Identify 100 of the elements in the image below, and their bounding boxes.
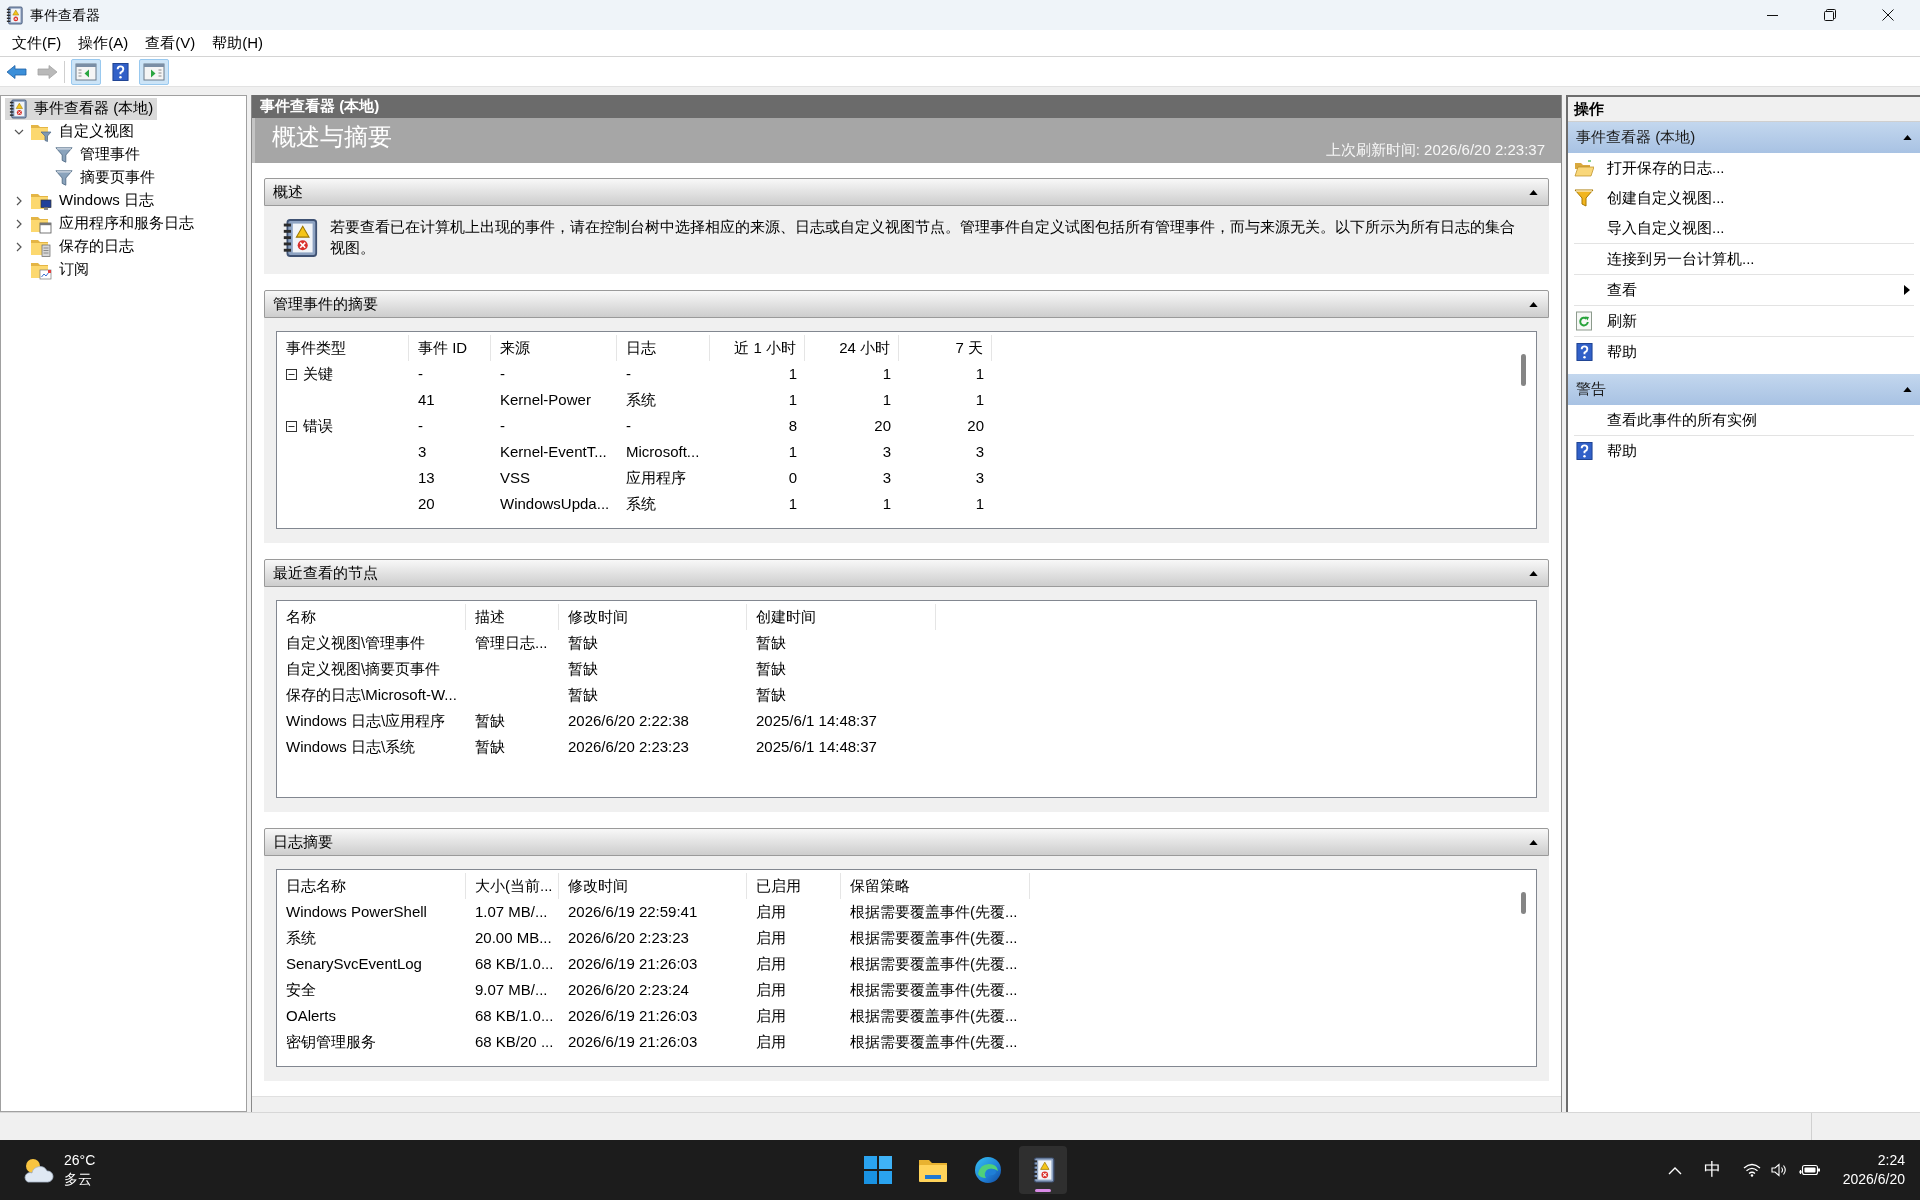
collapse-arrow-icon[interactable]	[1903, 135, 1912, 140]
table-cell-text: 3	[882, 467, 891, 488]
action-section-header[interactable]: 警告	[1568, 374, 1920, 405]
action-link[interactable]: 查看	[1568, 275, 1920, 305]
column-header[interactable]: 来源	[491, 335, 617, 361]
action-link[interactable]: 帮助	[1568, 436, 1920, 466]
table-cell-text: 管理日志...	[475, 632, 548, 653]
collapse-box-icon[interactable]	[286, 420, 297, 432]
table-cell-text: 暂缺	[568, 632, 598, 653]
speaker-icon[interactable]	[1770, 1163, 1787, 1177]
table-cell-text: 启用	[756, 927, 786, 948]
collapse-arrow-icon[interactable]	[1903, 387, 1912, 392]
table-cell-text: 20.00 MB...	[475, 927, 552, 948]
column-header[interactable]: 事件类型	[277, 335, 409, 361]
tree-item[interactable]: 订阅	[26, 258, 93, 281]
column-header[interactable]: 事件 ID	[409, 335, 491, 361]
table-cell-text: 启用	[756, 953, 786, 974]
table-cell-text: -	[500, 363, 505, 384]
windows-logo-icon	[863, 1156, 892, 1184]
table-cell-text: -	[500, 415, 505, 436]
table-cell-text: 关键	[303, 363, 333, 384]
tree-item[interactable]: Windows 日志	[26, 189, 159, 212]
wifi-icon[interactable]	[1742, 1163, 1761, 1177]
chevron-up-icon[interactable]	[1667, 1165, 1682, 1175]
taskbar-app-button[interactable]	[1018, 1146, 1067, 1194]
section-header[interactable]: 日志摘要	[264, 828, 1549, 856]
table-cell-text: 暂缺	[756, 684, 786, 705]
column-header[interactable]: 日志名称	[277, 873, 466, 899]
collapse-arrow-icon[interactable]	[1529, 839, 1538, 845]
funnel-icon	[55, 145, 73, 164]
action-link[interactable]: 帮助	[1568, 337, 1920, 367]
table-cell-text: 1	[975, 493, 984, 514]
action-link[interactable]: 查看此事件的所有实例	[1568, 405, 1920, 435]
column-header[interactable]: 修改时间	[559, 604, 747, 630]
collapse-box-icon[interactable]	[286, 368, 297, 380]
battery-charging-icon[interactable]	[1798, 1163, 1821, 1177]
table-cell-text: 系统	[626, 389, 656, 410]
table-cell-text: 1	[975, 363, 984, 384]
column-header[interactable]: 名称	[277, 604, 466, 630]
funnel-icon	[55, 168, 73, 187]
action-link[interactable]: 刷新	[1568, 306, 1920, 336]
tree-item[interactable]: 管理事件	[51, 143, 144, 166]
help-icon	[1575, 342, 1593, 362]
tree-item[interactable]: 应用程序和服务日志	[26, 212, 198, 235]
action-link[interactable]: 连接到另一台计算机...	[1568, 244, 1920, 274]
active-indicator	[1034, 1189, 1051, 1192]
scrollbar-thumb[interactable]	[1521, 354, 1526, 386]
table-cell-text: 自定义视图\摘要页事件	[286, 658, 441, 679]
page-title: 概述与摘要	[272, 122, 392, 152]
table-cell-text: 暂缺	[475, 736, 505, 757]
section-header[interactable]: 最近查看的节点	[264, 559, 1549, 587]
pane-left-icon	[75, 62, 97, 81]
column-header[interactable]: 创建时间	[747, 604, 936, 630]
menu-item[interactable]: 文件(F)	[6, 31, 68, 55]
clock-date[interactable]: 2026/6/20	[1842, 1170, 1905, 1189]
column-header[interactable]: 修改时间	[559, 873, 747, 899]
column-header[interactable]: 描述	[466, 604, 559, 630]
column-header[interactable]: 已启用	[747, 873, 841, 899]
table-cell-text: 暂缺	[475, 710, 505, 731]
collapse-arrow-icon[interactable]	[1529, 189, 1538, 195]
action-pane-toggle[interactable]	[139, 58, 169, 85]
horizontal-scrollbar-track[interactable]	[252, 1096, 1561, 1112]
scrollbar-thumb[interactable]	[1521, 892, 1526, 914]
collapse-arrow-icon[interactable]	[1529, 301, 1538, 307]
menu-item[interactable]: 查看(V)	[139, 31, 202, 55]
column-header[interactable]: 24 小时	[805, 335, 899, 361]
action-link[interactable]: 创建自定义视图...	[1568, 183, 1920, 213]
table-cell-text: 1	[975, 389, 984, 410]
tree-item[interactable]: 自定义视图	[26, 120, 138, 143]
section-header[interactable]: 管理事件的摘要	[264, 290, 1549, 318]
input-method-indicator[interactable]: 中	[1703, 1157, 1721, 1183]
minimize-icon	[1766, 14, 1778, 16]
table-cell-text: 启用	[756, 979, 786, 1000]
table-cell-text: 安全	[286, 979, 316, 1000]
column-header[interactable]: 日志	[617, 335, 710, 361]
column-header[interactable]: 7 天	[899, 335, 992, 361]
table-cell-text: Kernel-Power	[500, 389, 591, 410]
tree-item[interactable]: 摘要页事件	[51, 166, 159, 189]
table-cell-text: -	[418, 415, 423, 436]
collapse-arrow-icon[interactable]	[1529, 570, 1538, 576]
table-cell-text: VSS	[500, 467, 530, 488]
table-cell-text: 68 KB/20 ...	[475, 1031, 554, 1052]
action-section-header[interactable]: 事件查看器 (本地)	[1568, 122, 1920, 153]
menu-item[interactable]: 操作(A)	[72, 31, 135, 55]
table-cell-text: 3	[882, 441, 891, 462]
column-header[interactable]: 大小(当前...	[466, 873, 559, 899]
clock-time[interactable]: 2:24	[1877, 1151, 1905, 1170]
help-icon	[111, 61, 129, 82]
table-cell-text: 2026/6/19 21:26:03	[568, 1005, 698, 1026]
section-header[interactable]: 概述	[264, 178, 1549, 206]
arrow-left-icon	[6, 63, 28, 80]
table-cell-text: 根据需要覆盖事件(先覆...	[850, 1005, 1018, 1026]
tree-item[interactable]: 事件查看器 (本地)	[5, 97, 158, 120]
menu-item[interactable]: 帮助(H)	[206, 31, 269, 55]
action-link[interactable]: 导入自定义视图...	[1568, 213, 1920, 243]
column-header[interactable]: 保留策略	[841, 873, 1030, 899]
column-header[interactable]: 近 1 小时	[710, 335, 805, 361]
action-link[interactable]: 打开保存的日志...	[1568, 153, 1920, 183]
tree-item[interactable]: 保存的日志	[26, 235, 138, 258]
console-tree-toggle[interactable]	[71, 58, 101, 85]
